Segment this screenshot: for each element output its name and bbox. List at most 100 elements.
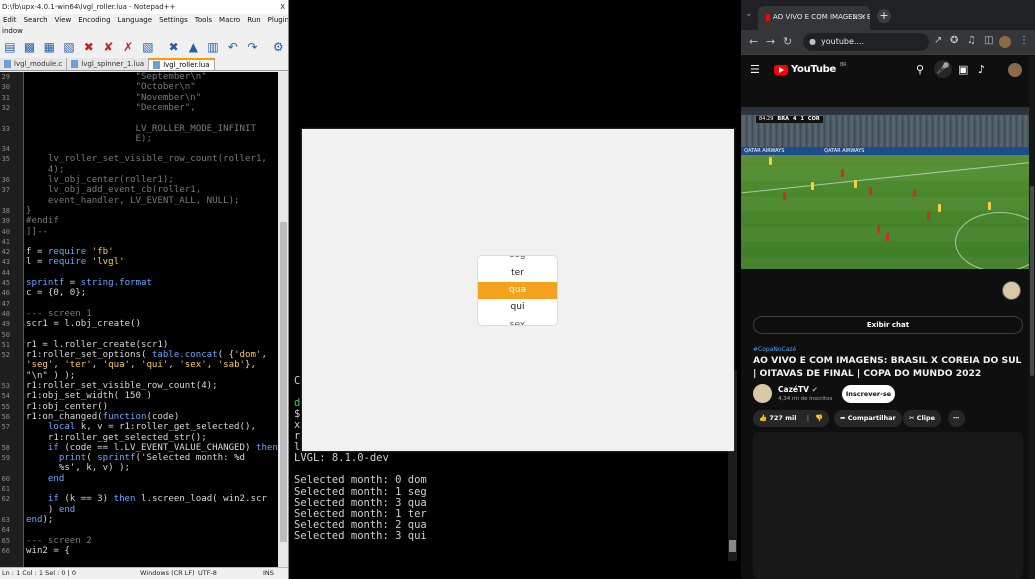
code-line[interactable]: 43 l = require 'lvgl'	[0, 257, 278, 267]
code-line[interactable]: event_handler, LV_EVENT_ALL, NULL);	[0, 196, 278, 206]
roller-selected-option[interactable]: qua	[478, 282, 557, 299]
code-line[interactable]: 42 f = require 'fb'	[0, 247, 278, 257]
code-editor[interactable]: 29 "September\n" 30 "October\n" 31 "Novemb…	[0, 72, 278, 567]
forward-icon[interactable]: →	[766, 35, 775, 48]
code-line[interactable]: 49 scr1 = l.obj_create()	[0, 319, 278, 329]
code-line[interactable]: 33 LV_ROLLER_MODE_INFINIT	[0, 124, 278, 134]
print-icon[interactable]: ✖	[79, 37, 99, 57]
code-line[interactable]: %s', k, v) );	[0, 463, 278, 473]
code-line[interactable]: 58 if (code == l.LV_EVENT_VALUE_CHANGED)…	[0, 443, 278, 453]
code-line[interactable]: r1:roller_get_selected_str();	[0, 433, 278, 443]
menu-item-search[interactable]: Search	[24, 14, 48, 26]
roller-widget[interactable]: seg ter qua qui sex	[477, 255, 558, 326]
menu-dots-icon[interactable]: ⋮	[1019, 35, 1029, 46]
file-tab[interactable]: lvgl_module.c	[0, 58, 68, 70]
code-line[interactable]: 38}	[0, 206, 278, 216]
menu-item-encoding[interactable]: Encoding	[78, 14, 110, 26]
copy-icon[interactable]: ✗	[118, 37, 138, 57]
reload-icon[interactable]: ↻	[783, 35, 792, 48]
more-actions-button[interactable]: ⋯	[948, 410, 965, 427]
code-line[interactable]: 41	[0, 237, 278, 247]
roller-option[interactable]: sex	[478, 317, 557, 325]
scrollbar-thumb[interactable]	[1030, 186, 1034, 376]
notifications-icon[interactable]: ♪	[978, 63, 985, 76]
code-line[interactable]: 44	[0, 268, 278, 278]
code-line[interactable]: 59 print( sprintf('Selected month: %d	[0, 453, 278, 463]
dislike-icon[interactable]: 👎	[815, 414, 823, 422]
browser-tab[interactable]: AO VIVO E COM IMAGENS: B ♩ ✕	[758, 6, 870, 30]
menu-item-macro[interactable]: Macro	[219, 14, 240, 26]
code-line[interactable]: 60 end	[0, 474, 278, 484]
account-avatar[interactable]	[1008, 63, 1022, 77]
code-line[interactable]: 55 r1:obj_center()	[0, 402, 278, 412]
replace-icon[interactable]: ↶	[223, 37, 243, 57]
clip-button[interactable]: ✂ Clipe	[903, 410, 942, 427]
code-line[interactable]: 46 c = {0, 0};	[0, 288, 278, 298]
hashtag-link[interactable]: #CopaNoCazé	[753, 346, 796, 353]
code-line[interactable]: 54 r1:obj_set_width( 150 )	[0, 391, 278, 401]
code-line[interactable]: 64	[0, 525, 278, 535]
media-icon[interactable]: ♫	[967, 35, 976, 46]
roller-option[interactable]: seg	[478, 256, 557, 264]
speaker-icon[interactable]: ♩	[853, 6, 856, 28]
scrollbar-thumb[interactable]	[280, 222, 287, 542]
menu-item-view[interactable]: View	[55, 14, 72, 26]
menu-item-window[interactable]: indow	[2, 27, 23, 35]
code-line[interactable]: 32 "December",	[0, 103, 278, 113]
code-line[interactable]: 66 win2 = {	[0, 546, 278, 556]
microphone-icon[interactable]: 🎤	[934, 60, 952, 78]
code-line[interactable]: 47	[0, 299, 278, 309]
create-icon[interactable]: ▣	[958, 63, 968, 76]
code-line[interactable]: 34	[0, 144, 278, 154]
subscribe-button[interactable]: Inscrever-se	[842, 385, 895, 403]
sync-icon[interactable]: ⚙	[268, 37, 288, 57]
code-line[interactable]: 50	[0, 330, 278, 340]
cut-icon[interactable]: ✘	[99, 37, 119, 57]
menu-item-plugins[interactable]: Plugins	[268, 14, 288, 26]
save-all-icon[interactable]: ▩	[20, 37, 40, 57]
file-tab[interactable]: lvgl_spinner_1.lua	[67, 58, 150, 70]
menu-item-edit[interactable]: Edit	[3, 14, 17, 26]
undo-icon[interactable]: ✖	[164, 37, 184, 57]
save-icon[interactable]: ▤	[0, 37, 20, 57]
code-line[interactable]: 57 local k, v = r1:roller_get_selected()…	[0, 422, 278, 432]
like-dislike-button[interactable]: 👍 727 mil | 👎	[753, 410, 829, 427]
share-page-icon[interactable]: ↗	[934, 35, 942, 46]
code-line[interactable]: 40]]--	[0, 227, 278, 237]
code-line[interactable]: 51 r1 = l.roller_create(scr1)	[0, 340, 278, 350]
code-line[interactable]: 39 #endif	[0, 216, 278, 226]
channel-name[interactable]: CazéTV ✔	[778, 385, 818, 394]
close-tab-icon[interactable]: ✕	[860, 6, 866, 28]
back-icon[interactable]: ←	[749, 35, 758, 48]
menu-item-language[interactable]: Language	[118, 14, 153, 26]
close-file-icon[interactable]: ▦	[39, 37, 59, 57]
menu-item-settings[interactable]: Settings	[159, 14, 188, 26]
scrollbar-thumb[interactable]	[729, 540, 736, 552]
code-line[interactable]: 'seg', 'ter', 'qua', 'qui', 'sex', 'sab'…	[0, 360, 278, 370]
share-button[interactable]: ➦ Compartilhar	[834, 410, 902, 427]
code-line[interactable]: 61	[0, 484, 278, 494]
code-line[interactable]: 4);	[0, 165, 278, 175]
sidebar-icon[interactable]: ◫	[984, 35, 993, 46]
code-line[interactable]: 36 lv_obj_center(roller1);	[0, 175, 278, 185]
code-line[interactable]: 62 if (k == 3) then l.screen_load( win2.…	[0, 494, 278, 504]
code-line[interactable]: 31 "November\n"	[0, 93, 278, 103]
new-tab-button[interactable]: +	[877, 9, 891, 23]
roller-option[interactable]: qui	[478, 299, 557, 316]
channel-avatar[interactable]	[753, 384, 772, 403]
code-line[interactable]: 53 r1:roller_set_visible_row_count(4);	[0, 381, 278, 391]
code-line[interactable]: 29 "September\n"	[0, 72, 278, 82]
code-line[interactable]: 35 lv_roller_set_visible_row_count(rolle…	[0, 154, 278, 164]
address-bar[interactable]: ● youtube....	[803, 33, 929, 51]
code-line[interactable]: 45 sprintf = string.format	[0, 278, 278, 288]
code-line[interactable]: 37 lv_obj_add_event_cb(roller1,	[0, 185, 278, 195]
video-player[interactable]: QATAR AIRWAYS QATAR AIRWAYS 84:29 BRA 4 …	[741, 107, 1035, 269]
roller-option[interactable]: ter	[478, 265, 557, 282]
code-line[interactable]: 63 end);	[0, 515, 278, 525]
show-chat-button[interactable]: Exibir chat	[753, 316, 1023, 334]
like-icon[interactable]: 👍	[759, 414, 767, 422]
code-line[interactable]: 65 --- screen 2	[0, 536, 278, 546]
paste-icon[interactable]: ▧	[138, 37, 158, 57]
extensions-icon[interactable]: ✪	[950, 35, 958, 46]
profile-avatar[interactable]	[999, 36, 1011, 48]
